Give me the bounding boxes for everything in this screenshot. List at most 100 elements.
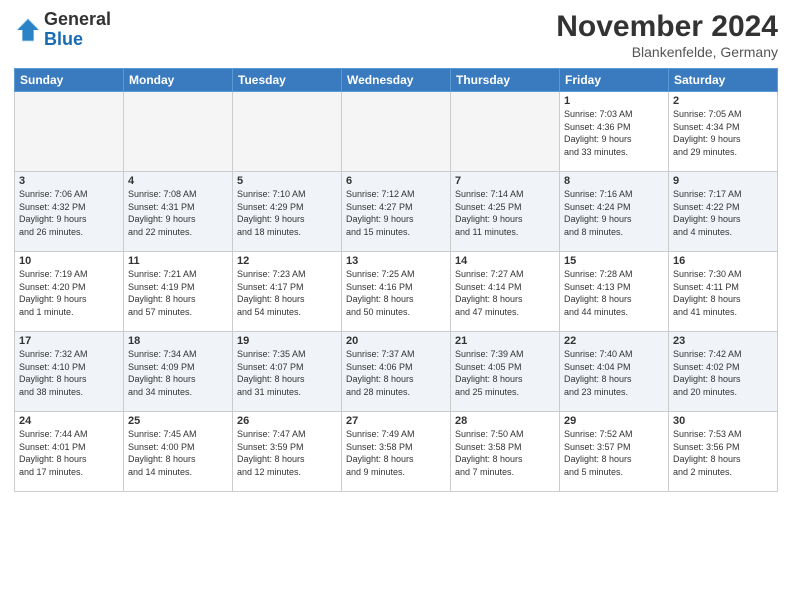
logo: General Blue [14, 10, 111, 50]
day-info: Sunrise: 7:39 AMSunset: 4:05 PMDaylight:… [455, 348, 555, 398]
day-info: Sunrise: 7:47 AMSunset: 3:59 PMDaylight:… [237, 428, 337, 478]
calendar-cell-4-2: 26Sunrise: 7:47 AMSunset: 3:59 PMDayligh… [233, 412, 342, 492]
calendar-cell-3-4: 21Sunrise: 7:39 AMSunset: 4:05 PMDayligh… [451, 332, 560, 412]
day-number: 30 [673, 415, 773, 427]
logo-blue: Blue [44, 29, 83, 49]
day-info: Sunrise: 7:28 AMSunset: 4:13 PMDaylight:… [564, 268, 664, 318]
week-row-2: 10Sunrise: 7:19 AMSunset: 4:20 PMDayligh… [15, 252, 778, 332]
day-info: Sunrise: 7:21 AMSunset: 4:19 PMDaylight:… [128, 268, 228, 318]
day-info: Sunrise: 7:52 AMSunset: 3:57 PMDaylight:… [564, 428, 664, 478]
location: Blankenfelde, Germany [556, 44, 778, 60]
calendar: Sunday Monday Tuesday Wednesday Thursday… [14, 68, 778, 492]
calendar-cell-0-5: 1Sunrise: 7:03 AMSunset: 4:36 PMDaylight… [560, 92, 669, 172]
calendar-cell-1-5: 8Sunrise: 7:16 AMSunset: 4:24 PMDaylight… [560, 172, 669, 252]
calendar-cell-0-1 [124, 92, 233, 172]
calendar-cell-1-2: 5Sunrise: 7:10 AMSunset: 4:29 PMDaylight… [233, 172, 342, 252]
day-number: 10 [19, 255, 119, 267]
calendar-cell-1-1: 4Sunrise: 7:08 AMSunset: 4:31 PMDaylight… [124, 172, 233, 252]
calendar-cell-0-3 [342, 92, 451, 172]
calendar-cell-1-4: 7Sunrise: 7:14 AMSunset: 4:25 PMDaylight… [451, 172, 560, 252]
title-block: November 2024 Blankenfelde, Germany [556, 10, 778, 60]
page: General Blue November 2024 Blankenfelde,… [0, 0, 792, 612]
day-info: Sunrise: 7:49 AMSunset: 3:58 PMDaylight:… [346, 428, 446, 478]
day-number: 27 [346, 415, 446, 427]
day-info: Sunrise: 7:14 AMSunset: 4:25 PMDaylight:… [455, 188, 555, 238]
calendar-cell-0-6: 2Sunrise: 7:05 AMSunset: 4:34 PMDaylight… [669, 92, 778, 172]
day-info: Sunrise: 7:12 AMSunset: 4:27 PMDaylight:… [346, 188, 446, 238]
day-number: 18 [128, 335, 228, 347]
calendar-cell-4-4: 28Sunrise: 7:50 AMSunset: 3:58 PMDayligh… [451, 412, 560, 492]
day-info: Sunrise: 7:06 AMSunset: 4:32 PMDaylight:… [19, 188, 119, 238]
day-info: Sunrise: 7:08 AMSunset: 4:31 PMDaylight:… [128, 188, 228, 238]
day-info: Sunrise: 7:30 AMSunset: 4:11 PMDaylight:… [673, 268, 773, 318]
day-info: Sunrise: 7:50 AMSunset: 3:58 PMDaylight:… [455, 428, 555, 478]
week-row-1: 3Sunrise: 7:06 AMSunset: 4:32 PMDaylight… [15, 172, 778, 252]
calendar-cell-2-3: 13Sunrise: 7:25 AMSunset: 4:16 PMDayligh… [342, 252, 451, 332]
month-title: November 2024 [556, 10, 778, 44]
day-number: 5 [237, 175, 337, 187]
day-number: 16 [673, 255, 773, 267]
day-number: 22 [564, 335, 664, 347]
day-info: Sunrise: 7:44 AMSunset: 4:01 PMDaylight:… [19, 428, 119, 478]
col-thursday: Thursday [451, 69, 560, 92]
calendar-cell-3-2: 19Sunrise: 7:35 AMSunset: 4:07 PMDayligh… [233, 332, 342, 412]
day-number: 23 [673, 335, 773, 347]
calendar-cell-4-3: 27Sunrise: 7:49 AMSunset: 3:58 PMDayligh… [342, 412, 451, 492]
day-number: 11 [128, 255, 228, 267]
calendar-cell-0-2 [233, 92, 342, 172]
calendar-cell-0-4 [451, 92, 560, 172]
calendar-cell-4-0: 24Sunrise: 7:44 AMSunset: 4:01 PMDayligh… [15, 412, 124, 492]
calendar-cell-1-6: 9Sunrise: 7:17 AMSunset: 4:22 PMDaylight… [669, 172, 778, 252]
day-number: 8 [564, 175, 664, 187]
col-saturday: Saturday [669, 69, 778, 92]
day-number: 17 [19, 335, 119, 347]
calendar-cell-2-1: 11Sunrise: 7:21 AMSunset: 4:19 PMDayligh… [124, 252, 233, 332]
calendar-cell-3-0: 17Sunrise: 7:32 AMSunset: 4:10 PMDayligh… [15, 332, 124, 412]
day-info: Sunrise: 7:45 AMSunset: 4:00 PMDaylight:… [128, 428, 228, 478]
logo-general: General [44, 9, 111, 29]
calendar-cell-1-3: 6Sunrise: 7:12 AMSunset: 4:27 PMDaylight… [342, 172, 451, 252]
day-number: 20 [346, 335, 446, 347]
day-number: 6 [346, 175, 446, 187]
calendar-cell-2-5: 15Sunrise: 7:28 AMSunset: 4:13 PMDayligh… [560, 252, 669, 332]
day-info: Sunrise: 7:37 AMSunset: 4:06 PMDaylight:… [346, 348, 446, 398]
day-number: 3 [19, 175, 119, 187]
day-info: Sunrise: 7:16 AMSunset: 4:24 PMDaylight:… [564, 188, 664, 238]
day-number: 21 [455, 335, 555, 347]
day-info: Sunrise: 7:03 AMSunset: 4:36 PMDaylight:… [564, 108, 664, 158]
week-row-4: 24Sunrise: 7:44 AMSunset: 4:01 PMDayligh… [15, 412, 778, 492]
day-info: Sunrise: 7:25 AMSunset: 4:16 PMDaylight:… [346, 268, 446, 318]
day-number: 4 [128, 175, 228, 187]
day-info: Sunrise: 7:19 AMSunset: 4:20 PMDaylight:… [19, 268, 119, 318]
calendar-cell-4-6: 30Sunrise: 7:53 AMSunset: 3:56 PMDayligh… [669, 412, 778, 492]
day-info: Sunrise: 7:05 AMSunset: 4:34 PMDaylight:… [673, 108, 773, 158]
day-info: Sunrise: 7:23 AMSunset: 4:17 PMDaylight:… [237, 268, 337, 318]
day-number: 2 [673, 95, 773, 107]
calendar-cell-3-3: 20Sunrise: 7:37 AMSunset: 4:06 PMDayligh… [342, 332, 451, 412]
col-monday: Monday [124, 69, 233, 92]
day-number: 19 [237, 335, 337, 347]
calendar-cell-2-2: 12Sunrise: 7:23 AMSunset: 4:17 PMDayligh… [233, 252, 342, 332]
day-number: 14 [455, 255, 555, 267]
day-info: Sunrise: 7:32 AMSunset: 4:10 PMDaylight:… [19, 348, 119, 398]
day-info: Sunrise: 7:34 AMSunset: 4:09 PMDaylight:… [128, 348, 228, 398]
col-tuesday: Tuesday [233, 69, 342, 92]
day-info: Sunrise: 7:10 AMSunset: 4:29 PMDaylight:… [237, 188, 337, 238]
day-number: 15 [564, 255, 664, 267]
calendar-cell-1-0: 3Sunrise: 7:06 AMSunset: 4:32 PMDaylight… [15, 172, 124, 252]
calendar-cell-3-1: 18Sunrise: 7:34 AMSunset: 4:09 PMDayligh… [124, 332, 233, 412]
calendar-cell-3-5: 22Sunrise: 7:40 AMSunset: 4:04 PMDayligh… [560, 332, 669, 412]
day-info: Sunrise: 7:35 AMSunset: 4:07 PMDaylight:… [237, 348, 337, 398]
day-number: 24 [19, 415, 119, 427]
col-sunday: Sunday [15, 69, 124, 92]
logo-text: General Blue [44, 10, 111, 50]
calendar-cell-4-5: 29Sunrise: 7:52 AMSunset: 3:57 PMDayligh… [560, 412, 669, 492]
day-info: Sunrise: 7:40 AMSunset: 4:04 PMDaylight:… [564, 348, 664, 398]
week-row-3: 17Sunrise: 7:32 AMSunset: 4:10 PMDayligh… [15, 332, 778, 412]
day-info: Sunrise: 7:53 AMSunset: 3:56 PMDaylight:… [673, 428, 773, 478]
day-info: Sunrise: 7:27 AMSunset: 4:14 PMDaylight:… [455, 268, 555, 318]
calendar-cell-4-1: 25Sunrise: 7:45 AMSunset: 4:00 PMDayligh… [124, 412, 233, 492]
day-number: 7 [455, 175, 555, 187]
calendar-cell-2-0: 10Sunrise: 7:19 AMSunset: 4:20 PMDayligh… [15, 252, 124, 332]
day-number: 1 [564, 95, 664, 107]
